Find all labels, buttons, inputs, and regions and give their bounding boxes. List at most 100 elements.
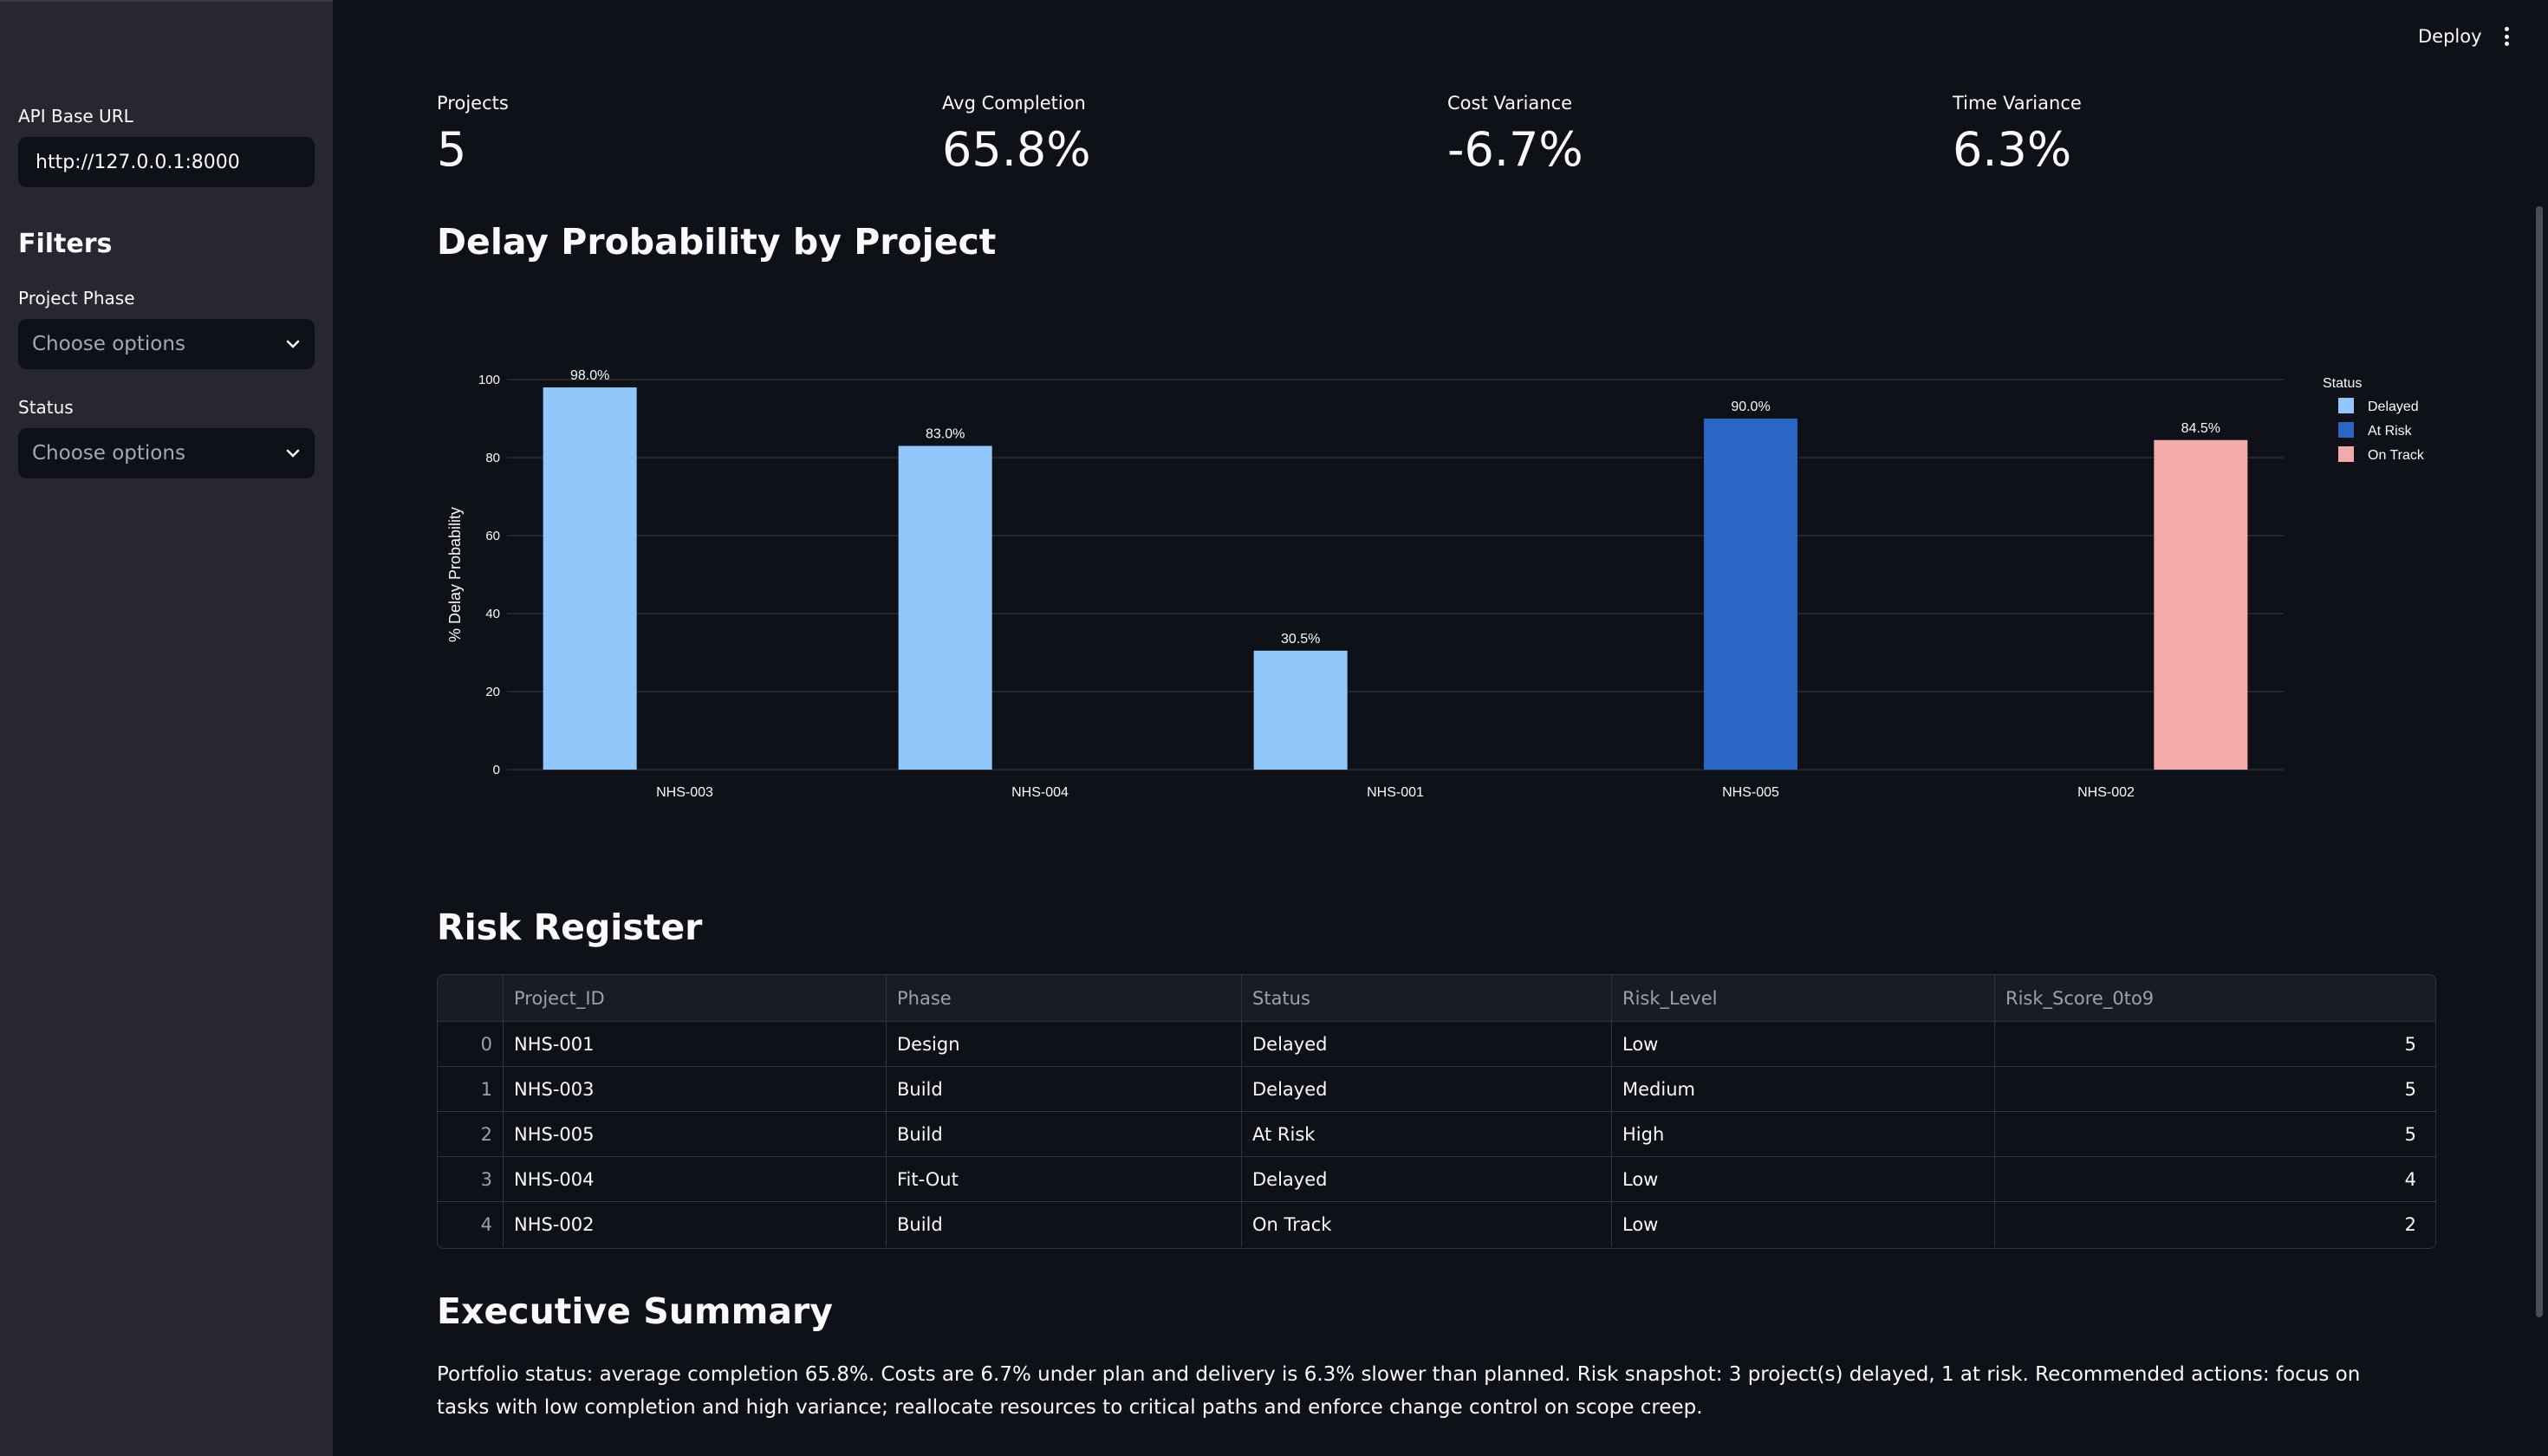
table-cell[interactable]: Delayed bbox=[1242, 1022, 1612, 1066]
x-tick-label: NHS-003 bbox=[656, 785, 713, 800]
sidebar: API Base URL http://127.0.0.1:8000 Filte… bbox=[0, 0, 333, 1456]
column-header[interactable]: Phase bbox=[887, 975, 1242, 1021]
metric-value: 5 bbox=[437, 122, 467, 177]
table-cell[interactable]: Medium bbox=[1612, 1067, 1995, 1111]
column-header[interactable] bbox=[438, 975, 504, 1021]
status-label: Status bbox=[18, 397, 74, 418]
y-tick-label: 0 bbox=[493, 763, 500, 777]
metric-value: 6.3% bbox=[1953, 122, 2072, 177]
y-tick-label: 60 bbox=[485, 529, 500, 543]
table-row[interactable]: 4 NHS-002 Build On Track Low 2 bbox=[438, 1202, 2435, 1247]
bar-data-label: 98.0% bbox=[570, 368, 609, 383]
column-header[interactable]: Risk_Score_0to9 bbox=[1995, 975, 2435, 1021]
table-cell[interactable]: On Track bbox=[1242, 1202, 1612, 1247]
table-cell[interactable]: 0 bbox=[438, 1022, 504, 1066]
table-cell[interactable]: Design bbox=[887, 1022, 1242, 1066]
table-cell[interactable]: Delayed bbox=[1242, 1067, 1612, 1111]
metric-cost-variance: Cost Variance -6.7% bbox=[1447, 93, 1583, 177]
column-header[interactable]: Project_ID bbox=[504, 975, 887, 1021]
table-cell[interactable]: NHS-003 bbox=[504, 1067, 887, 1111]
scrollbar[interactable] bbox=[2536, 206, 2543, 1317]
metric-label: Projects bbox=[437, 93, 509, 114]
legend-swatch bbox=[2338, 398, 2354, 413]
metric-value: 65.8% bbox=[942, 122, 1091, 177]
bar bbox=[898, 445, 992, 770]
metric-time-variance: Time Variance 6.3% bbox=[1953, 93, 2082, 177]
risk-register-table: Project_ID Phase Status Risk_Level Risk_Scor… bbox=[437, 974, 2436, 1249]
x-tick-label: NHS-001 bbox=[1367, 785, 1424, 800]
bar bbox=[1704, 419, 1797, 770]
metric-label: Time Variance bbox=[1953, 93, 2082, 114]
table-header-row: Project_ID Phase Status Risk_Level Risk_Scor… bbox=[438, 975, 2435, 1022]
legend-item: On Track bbox=[2368, 448, 2425, 463]
metric-value: -6.7% bbox=[1447, 122, 1583, 177]
bar bbox=[543, 387, 637, 770]
y-tick-label: 100 bbox=[478, 373, 500, 387]
bar-data-label: 90.0% bbox=[1731, 400, 1770, 414]
table-cell[interactable]: Build bbox=[887, 1112, 1242, 1156]
table-cell[interactable]: Fit-Out bbox=[887, 1157, 1242, 1201]
chevron-down-icon bbox=[286, 340, 300, 348]
table-cell[interactable]: 1 bbox=[438, 1067, 504, 1111]
executive-summary-text: Portfolio status: average completion 65.… bbox=[437, 1363, 2361, 1419]
filters-heading: Filters bbox=[18, 229, 113, 259]
table-cell[interactable]: Low bbox=[1612, 1202, 1995, 1247]
table-cell[interactable]: Build bbox=[887, 1202, 1242, 1247]
legend-title: Status bbox=[2323, 376, 2362, 391]
table-cell[interactable]: 5 bbox=[1995, 1112, 2435, 1156]
table-cell[interactable]: Build bbox=[887, 1067, 1242, 1111]
column-header[interactable]: Risk_Level bbox=[1612, 975, 1995, 1021]
legend-item: At Risk bbox=[2368, 424, 2413, 439]
risk-register-heading: Risk Register bbox=[437, 907, 703, 948]
x-tick-label: NHS-002 bbox=[2077, 785, 2135, 800]
project-phase-select[interactable]: Choose options bbox=[18, 319, 315, 369]
table-cell[interactable]: 4 bbox=[438, 1202, 504, 1247]
bar-data-label: 84.5% bbox=[2181, 421, 2220, 436]
table-cell[interactable]: 3 bbox=[438, 1157, 504, 1201]
status-select[interactable]: Choose options bbox=[18, 428, 315, 478]
deploy-button[interactable]: Deploy bbox=[2418, 26, 2482, 47]
table-cell[interactable]: Delayed bbox=[1242, 1157, 1612, 1201]
legend-swatch bbox=[2338, 422, 2354, 438]
x-tick-label: NHS-004 bbox=[1011, 785, 1069, 800]
table-cell[interactable]: NHS-001 bbox=[504, 1022, 887, 1066]
table-cell[interactable]: 4 bbox=[1995, 1157, 2435, 1201]
table-cell[interactable]: 5 bbox=[1995, 1067, 2435, 1111]
table-cell[interactable]: 2 bbox=[438, 1112, 504, 1156]
project-phase-placeholder: Choose options bbox=[32, 333, 185, 355]
metric-label: Cost Variance bbox=[1447, 93, 1573, 114]
table-cell[interactable]: 2 bbox=[1995, 1202, 2435, 1247]
table-row[interactable]: 0 NHS-001 Design Delayed Low 5 bbox=[438, 1022, 2435, 1067]
executive-summary-heading: Executive Summary bbox=[437, 1290, 833, 1332]
api-url-input[interactable]: http://127.0.0.1:8000 bbox=[18, 137, 315, 187]
table-cell[interactable]: Low bbox=[1612, 1022, 1995, 1066]
kebab-menu-icon[interactable] bbox=[2501, 24, 2512, 49]
table-row[interactable]: 3 NHS-004 Fit-Out Delayed Low 4 bbox=[438, 1157, 2435, 1202]
table-row[interactable]: 2 NHS-005 Build At Risk High 5 bbox=[438, 1112, 2435, 1157]
metric-projects: Projects 5 bbox=[437, 93, 509, 177]
table-cell[interactable]: NHS-002 bbox=[504, 1202, 887, 1247]
bar bbox=[1253, 650, 1348, 770]
delay-probability-chart: 0 20 40 60 80 100 % Delay Probability NHS-003 98… bbox=[446, 368, 2425, 800]
table-cell[interactable]: NHS-004 bbox=[504, 1157, 887, 1201]
y-axis-label: % Delay Probability bbox=[446, 507, 464, 642]
status-placeholder: Choose options bbox=[32, 442, 185, 465]
column-header[interactable]: Status bbox=[1242, 975, 1612, 1021]
table-cell[interactable]: 5 bbox=[1995, 1022, 2435, 1066]
y-tick-label: 40 bbox=[485, 607, 500, 621]
bar bbox=[2154, 439, 2248, 770]
x-tick-label: NHS-005 bbox=[1722, 785, 1779, 800]
bar-data-label: 83.0% bbox=[926, 427, 965, 442]
bar-data-label: 30.5% bbox=[1281, 632, 1320, 647]
metric-label: Avg Completion bbox=[942, 93, 1086, 114]
table-cell[interactable]: Low bbox=[1612, 1157, 1995, 1201]
table-cell[interactable]: At Risk bbox=[1242, 1112, 1612, 1156]
table-cell[interactable]: High bbox=[1612, 1112, 1995, 1156]
table-cell[interactable]: NHS-005 bbox=[504, 1112, 887, 1156]
chart-heading: Delay Probability by Project bbox=[437, 221, 997, 263]
table-row[interactable]: 1 NHS-003 Build Delayed Medium 5 bbox=[438, 1067, 2435, 1112]
chevron-down-icon bbox=[286, 449, 300, 458]
metric-avg-completion: Avg Completion 65.8% bbox=[942, 93, 1091, 177]
y-tick-label: 80 bbox=[485, 451, 500, 465]
api-url-label: API Base URL bbox=[18, 106, 133, 127]
